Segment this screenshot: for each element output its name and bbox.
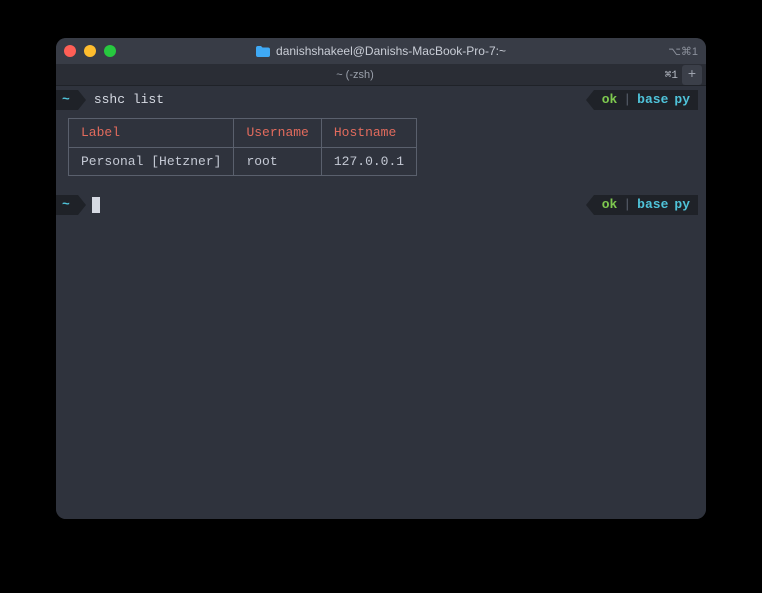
right-status: ok | base py — [586, 90, 698, 110]
minimize-button[interactable] — [84, 45, 96, 57]
status-env: base — [637, 195, 668, 215]
tab-bar: ~ (-zsh) ⌘1 + — [56, 64, 706, 86]
status-separator: | — [623, 195, 631, 215]
table-header-row: Label Username Hostname — [69, 119, 417, 148]
prompt-arrow-icon — [78, 195, 86, 215]
table-cell: root — [234, 147, 321, 176]
tab-shortcut: ⌘1 — [665, 68, 678, 82]
cursor — [92, 197, 100, 213]
terminal-content[interactable]: ~ sshc list ok | base py Label — [56, 86, 706, 519]
status-arrow-icon — [586, 90, 594, 110]
status-lang: py — [674, 90, 690, 110]
right-status: ok | base py — [586, 195, 698, 215]
status-arrow-icon — [586, 195, 594, 215]
command-text: sshc list — [86, 90, 164, 110]
close-button[interactable] — [64, 45, 76, 57]
prompt-arrow-icon — [78, 90, 86, 110]
titlebar[interactable]: danishshakeel@Danishs-MacBook-Pro-7:~ ⌥⌘… — [56, 38, 706, 64]
tab-label: ~ (-zsh) — [336, 69, 374, 81]
status-ok: ok — [602, 195, 618, 215]
table-header: Label — [69, 119, 234, 148]
table-header: Username — [234, 119, 321, 148]
new-tab-button[interactable]: + — [682, 65, 702, 85]
status-ok: ok — [602, 90, 618, 110]
folder-icon — [256, 46, 270, 57]
table-header: Hostname — [321, 119, 416, 148]
tab-bar-right: ⌘1 + — [654, 64, 706, 85]
output-table: Label Username Hostname Personal [Hetzne… — [68, 118, 417, 176]
table-row: Personal [Hetzner] root 127.0.0.1 — [69, 147, 417, 176]
window-title: danishshakeel@Danishs-MacBook-Pro-7:~ — [56, 44, 706, 58]
prompt-line-1: ~ sshc list ok | base py — [56, 90, 706, 110]
window-title-text: danishshakeel@Danishs-MacBook-Pro-7:~ — [276, 44, 506, 58]
table-cell: Personal [Hetzner] — [69, 147, 234, 176]
status-separator: | — [623, 90, 631, 110]
prompt-dir: ~ — [56, 90, 78, 110]
status-lang: py — [674, 195, 690, 215]
titlebar-shortcut: ⌥⌘1 — [668, 45, 698, 58]
prompt-line-2: ~ ok | base py — [56, 195, 706, 215]
table-cell: 127.0.0.1 — [321, 147, 416, 176]
terminal-window: danishshakeel@Danishs-MacBook-Pro-7:~ ⌥⌘… — [56, 38, 706, 519]
status-env: base — [637, 90, 668, 110]
traffic-lights — [64, 45, 116, 57]
prompt-dir: ~ — [56, 195, 78, 215]
zoom-button[interactable] — [104, 45, 116, 57]
tab-active[interactable]: ~ (-zsh) — [56, 64, 654, 85]
